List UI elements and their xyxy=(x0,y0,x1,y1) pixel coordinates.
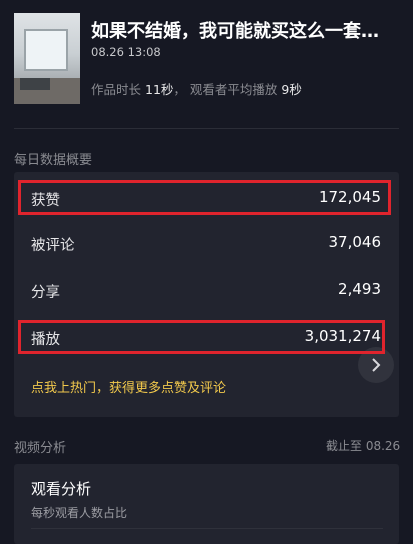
promo-link[interactable]: 点我上热门，获得更多点赞及评论 xyxy=(31,377,226,396)
highlight-box-likes xyxy=(18,180,391,215)
header-divider xyxy=(14,128,399,129)
highlight-box-plays xyxy=(18,320,385,354)
chevron-right-icon xyxy=(372,358,381,372)
video-date: 08.26 13:08 xyxy=(91,45,161,59)
thumbnail-window-graphic xyxy=(24,29,68,71)
card-divider xyxy=(31,528,383,529)
analysis-section-title: 视频分析 xyxy=(14,441,67,456)
duration-label: 作品时长 xyxy=(91,82,142,97)
thumbnail-sofa-graphic xyxy=(20,78,50,90)
stat-value: 37,046 xyxy=(328,233,382,251)
watch-analysis-subtitle: 每秒观看人数占比 xyxy=(31,506,128,520)
avg-play-label: 观看者平均播放 xyxy=(189,82,278,97)
watch-analysis-card[interactable]: 观看分析 每秒观看人数占比 xyxy=(14,464,399,544)
stat-label: 分享 xyxy=(31,285,60,301)
meta-separator: ， xyxy=(173,82,186,97)
stat-row-shares: 分享 2,493 xyxy=(14,268,399,312)
video-header[interactable]: 如果不结婚，我可能就买这么一套… 08.26 13:08 作品时长 11秒， 观… xyxy=(0,0,413,130)
duration-value: 11秒 xyxy=(145,82,174,97)
daily-section-title: 每日数据概要 xyxy=(14,153,93,168)
watch-analysis-title: 观看分析 xyxy=(31,480,92,498)
video-meta: 作品时长 11秒， 观看者平均播放 9秒 xyxy=(91,79,302,98)
stat-row-comments: 被评论 37,046 xyxy=(14,221,399,265)
stat-label: 被评论 xyxy=(31,238,75,254)
analysis-cutoff-date: 截止至 08.26 xyxy=(326,439,401,453)
stat-value: 2,493 xyxy=(338,280,381,298)
video-title: 如果不结婚，我可能就买这么一套… xyxy=(91,21,379,42)
avg-play-value: 9秒 xyxy=(281,82,302,97)
video-thumbnail[interactable] xyxy=(14,13,80,104)
